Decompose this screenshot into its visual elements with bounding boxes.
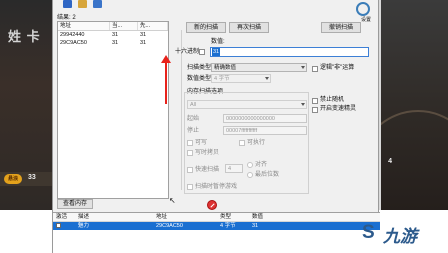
view-memory-button[interactable]: 查看内存 bbox=[57, 199, 93, 209]
pause-game-label: 扫描时暂停游戏 bbox=[195, 184, 238, 190]
stop-address-input[interactable]: 00007fffffffffff bbox=[223, 126, 307, 135]
address-col-value[interactable]: 数值 bbox=[249, 213, 289, 221]
undo-scan-button[interactable]: 撤销扫描 bbox=[321, 22, 361, 33]
start-address-input[interactable]: 0000000000000000 bbox=[223, 114, 307, 123]
chevron-down-icon bbox=[301, 103, 305, 106]
stop-icon[interactable] bbox=[207, 200, 217, 210]
open-icon[interactable] bbox=[78, 0, 87, 8]
game-count-right: 4 bbox=[388, 158, 392, 165]
memory-region-select[interactable]: All bbox=[187, 100, 307, 109]
copy-on-write-checkbox[interactable] bbox=[187, 150, 193, 156]
scan-type-value: 精确数值 bbox=[214, 65, 237, 71]
results-row[interactable]: 29942440 31 31 bbox=[58, 31, 168, 39]
no-random-checkbox[interactable] bbox=[312, 98, 318, 104]
address-value: 31 bbox=[252, 223, 259, 229]
address-col-type[interactable]: 类型 bbox=[217, 213, 249, 221]
result-previous: 31 bbox=[140, 40, 147, 46]
last-digits-label: 最后位数 bbox=[255, 172, 280, 178]
alignment-radio[interactable] bbox=[247, 162, 253, 168]
results-row[interactable]: 29C9AC50 31 31 bbox=[58, 39, 168, 47]
address-col-address[interactable]: 地址 bbox=[153, 213, 217, 221]
game-badge: 悬浪 bbox=[4, 174, 22, 184]
value-type-select[interactable]: 4 字节 bbox=[211, 74, 271, 83]
toolbar bbox=[53, 0, 163, 10]
scan-type-select[interactable]: 精确数值 bbox=[211, 63, 307, 72]
executable-checkbox[interactable] bbox=[239, 140, 245, 146]
result-address: 29942440 bbox=[60, 32, 85, 38]
results-col-current[interactable]: 当... bbox=[110, 22, 138, 30]
result-previous: 31 bbox=[140, 32, 147, 38]
memory-region-value: All bbox=[190, 102, 197, 108]
fast-scan-input[interactable]: 4 bbox=[225, 164, 243, 173]
value-type-label: 数值类型 bbox=[187, 76, 212, 82]
watermark-text: 九游 bbox=[383, 227, 417, 246]
copy-on-write-label: 写时拷贝 bbox=[195, 150, 220, 156]
save-icon[interactable] bbox=[93, 0, 102, 8]
active-checkbox[interactable] bbox=[56, 223, 61, 228]
address-list-row[interactable]: 魅力 29C9AC50 4 字节 31 bbox=[53, 222, 380, 230]
address-list-header: 激活 描述 地址 类型 数值 bbox=[53, 213, 380, 222]
result-address: 29C9AC50 bbox=[60, 40, 87, 46]
last-digits-radio[interactable] bbox=[247, 172, 253, 178]
value-type-value: 4 字节 bbox=[214, 76, 230, 82]
address-col-description[interactable]: 描述 bbox=[75, 213, 153, 221]
start-label: 起始 bbox=[187, 116, 200, 122]
stop-label: 停止 bbox=[187, 128, 200, 134]
first-scan-button[interactable]: 新的扫描 bbox=[186, 22, 226, 33]
address-active-cell[interactable] bbox=[53, 222, 75, 230]
fast-scan-label: 快速扫描 bbox=[195, 167, 220, 173]
address-list[interactable]: 激活 描述 地址 类型 数值 魅力 29C9AC50 4 字节 31 bbox=[53, 212, 380, 253]
annotation-arrow-head bbox=[161, 55, 171, 63]
pointer-scan-icon[interactable]: ↖ bbox=[169, 196, 176, 205]
computer-icon[interactable] bbox=[63, 0, 72, 8]
results-col-previous[interactable]: 先... bbox=[138, 22, 168, 30]
fast-scan-checkbox[interactable] bbox=[187, 167, 193, 173]
hex-checkbox[interactable] bbox=[199, 49, 205, 55]
game-count-left: 33 bbox=[28, 174, 36, 181]
watermark-logo-icon: S bbox=[362, 222, 375, 243]
no-random-label: 禁止随机 bbox=[320, 97, 345, 103]
writable-label: 可写 bbox=[195, 140, 208, 146]
writable-checkbox[interactable] bbox=[187, 140, 193, 146]
results-header: 地址 当... 先... bbox=[58, 22, 168, 31]
cheat-engine-window: 结果: 2 地址 当... 先... 29942440 31 31 29C9AC… bbox=[52, 0, 380, 253]
alignment-label: 对齐 bbox=[255, 162, 268, 168]
scan-type-label: 扫描类型 bbox=[187, 65, 212, 71]
value-label: 数值: bbox=[211, 39, 225, 45]
address-col-active[interactable]: 激活 bbox=[53, 213, 75, 221]
address-type: 4 字节 bbox=[220, 223, 236, 229]
result-current: 31 bbox=[112, 32, 119, 38]
game-hud-text: 姓 卡 bbox=[8, 29, 41, 44]
address-description: 魅力 bbox=[78, 223, 90, 229]
chevron-down-icon bbox=[301, 66, 305, 69]
next-scan-button[interactable]: 再次扫描 bbox=[229, 22, 269, 33]
address-value-address: 29C9AC50 bbox=[156, 223, 183, 229]
annotation-arrow-shaft bbox=[165, 60, 167, 104]
results-col-address[interactable]: 地址 bbox=[58, 22, 110, 30]
executable-label: 可执行 bbox=[247, 140, 266, 146]
not-operator-checkbox[interactable] bbox=[312, 66, 318, 72]
pause-game-checkbox[interactable] bbox=[187, 184, 193, 190]
speedhack-checkbox[interactable] bbox=[312, 107, 318, 113]
value-text: 31 bbox=[212, 48, 221, 56]
chevron-down-icon bbox=[265, 77, 269, 80]
hex-label: 十六进制 bbox=[175, 49, 200, 55]
found-count: 结果: 2 bbox=[57, 15, 76, 21]
scan-results-list[interactable]: 地址 当... 先... 29942440 31 31 29C9AC50 31 … bbox=[57, 21, 169, 199]
value-input[interactable]: 31 bbox=[210, 47, 369, 57]
not-operator-label: 逻辑"非"运算 bbox=[320, 65, 355, 71]
speedhack-label: 开启变速精灵 bbox=[320, 106, 357, 112]
result-current: 31 bbox=[112, 40, 119, 46]
cheat-engine-logo-icon[interactable] bbox=[356, 2, 370, 16]
settings-label[interactable]: 设置 bbox=[361, 16, 371, 23]
